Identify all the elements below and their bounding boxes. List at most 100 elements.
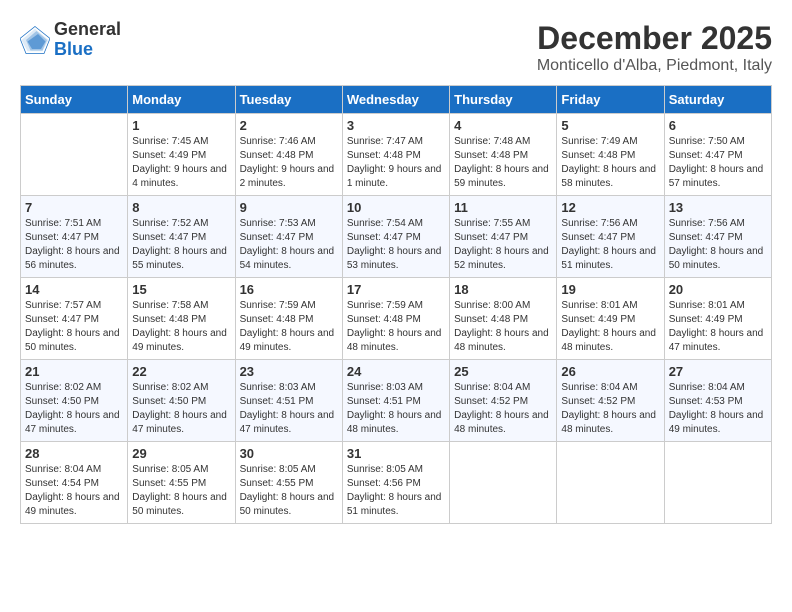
calendar-cell: 7 Sunrise: 7:51 AMSunset: 4:47 PMDayligh… (21, 196, 128, 278)
day-number: 27 (669, 364, 767, 379)
day-number: 11 (454, 200, 552, 215)
header-wednesday: Wednesday (342, 86, 449, 114)
day-number: 2 (240, 118, 338, 133)
calendar-cell: 24 Sunrise: 8:03 AMSunset: 4:51 PMDaylig… (342, 360, 449, 442)
calendar-cell: 29 Sunrise: 8:05 AMSunset: 4:55 PMDaylig… (128, 442, 235, 524)
day-info: Sunrise: 8:03 AMSunset: 4:51 PMDaylight:… (347, 381, 445, 437)
day-number: 1 (132, 118, 230, 133)
calendar-cell: 21 Sunrise: 8:02 AMSunset: 4:50 PMDaylig… (21, 360, 128, 442)
day-number: 6 (669, 118, 767, 133)
logo-general: General (54, 20, 121, 40)
day-info: Sunrise: 7:49 AMSunset: 4:48 PMDaylight:… (561, 135, 659, 191)
day-number: 4 (454, 118, 552, 133)
calendar-cell: 11 Sunrise: 7:55 AMSunset: 4:47 PMDaylig… (450, 196, 557, 278)
day-number: 5 (561, 118, 659, 133)
calendar-cell: 10 Sunrise: 7:54 AMSunset: 4:47 PMDaylig… (342, 196, 449, 278)
calendar-cell: 8 Sunrise: 7:52 AMSunset: 4:47 PMDayligh… (128, 196, 235, 278)
day-number: 16 (240, 282, 338, 297)
day-number: 20 (669, 282, 767, 297)
calendar-cell: 4 Sunrise: 7:48 AMSunset: 4:48 PMDayligh… (450, 114, 557, 196)
calendar-cell: 22 Sunrise: 8:02 AMSunset: 4:50 PMDaylig… (128, 360, 235, 442)
calendar-cell (664, 442, 771, 524)
calendar-cell: 18 Sunrise: 8:00 AMSunset: 4:48 PMDaylig… (450, 278, 557, 360)
day-info: Sunrise: 7:54 AMSunset: 4:47 PMDaylight:… (347, 217, 445, 273)
calendar-cell: 19 Sunrise: 8:01 AMSunset: 4:49 PMDaylig… (557, 278, 664, 360)
header-thursday: Thursday (450, 86, 557, 114)
page-header: General Blue December 2025 Monticello d'… (20, 20, 772, 75)
calendar-cell: 16 Sunrise: 7:59 AMSunset: 4:48 PMDaylig… (235, 278, 342, 360)
location-title: Monticello d'Alba, Piedmont, Italy (537, 57, 772, 75)
day-info: Sunrise: 8:05 AMSunset: 4:55 PMDaylight:… (240, 463, 338, 519)
calendar-cell: 31 Sunrise: 8:05 AMSunset: 4:56 PMDaylig… (342, 442, 449, 524)
calendar-cell (21, 114, 128, 196)
day-info: Sunrise: 8:04 AMSunset: 4:52 PMDaylight:… (454, 381, 552, 437)
calendar-cell (557, 442, 664, 524)
day-number: 18 (454, 282, 552, 297)
calendar-cell: 2 Sunrise: 7:46 AMSunset: 4:48 PMDayligh… (235, 114, 342, 196)
day-info: Sunrise: 7:57 AMSunset: 4:47 PMDaylight:… (25, 299, 123, 355)
day-number: 28 (25, 446, 123, 461)
calendar-week-5: 28 Sunrise: 8:04 AMSunset: 4:54 PMDaylig… (21, 442, 772, 524)
day-number: 23 (240, 364, 338, 379)
day-info: Sunrise: 7:48 AMSunset: 4:48 PMDaylight:… (454, 135, 552, 191)
day-info: Sunrise: 8:01 AMSunset: 4:49 PMDaylight:… (561, 299, 659, 355)
header-tuesday: Tuesday (235, 86, 342, 114)
day-number: 29 (132, 446, 230, 461)
calendar-week-2: 7 Sunrise: 7:51 AMSunset: 4:47 PMDayligh… (21, 196, 772, 278)
day-info: Sunrise: 7:51 AMSunset: 4:47 PMDaylight:… (25, 217, 123, 273)
day-info: Sunrise: 8:02 AMSunset: 4:50 PMDaylight:… (25, 381, 123, 437)
day-number: 3 (347, 118, 445, 133)
calendar-week-4: 21 Sunrise: 8:02 AMSunset: 4:50 PMDaylig… (21, 360, 772, 442)
day-number: 7 (25, 200, 123, 215)
day-number: 30 (240, 446, 338, 461)
calendar-header-row: SundayMondayTuesdayWednesdayThursdayFrid… (21, 86, 772, 114)
calendar-cell: 3 Sunrise: 7:47 AMSunset: 4:48 PMDayligh… (342, 114, 449, 196)
calendar-cell: 5 Sunrise: 7:49 AMSunset: 4:48 PMDayligh… (557, 114, 664, 196)
day-info: Sunrise: 8:05 AMSunset: 4:55 PMDaylight:… (132, 463, 230, 519)
calendar-cell: 30 Sunrise: 8:05 AMSunset: 4:55 PMDaylig… (235, 442, 342, 524)
day-info: Sunrise: 7:52 AMSunset: 4:47 PMDaylight:… (132, 217, 230, 273)
day-number: 19 (561, 282, 659, 297)
day-info: Sunrise: 8:02 AMSunset: 4:50 PMDaylight:… (132, 381, 230, 437)
day-number: 14 (25, 282, 123, 297)
day-number: 22 (132, 364, 230, 379)
header-sunday: Sunday (21, 86, 128, 114)
day-info: Sunrise: 7:47 AMSunset: 4:48 PMDaylight:… (347, 135, 445, 191)
day-info: Sunrise: 7:50 AMSunset: 4:47 PMDaylight:… (669, 135, 767, 191)
day-info: Sunrise: 7:45 AMSunset: 4:49 PMDaylight:… (132, 135, 230, 191)
calendar-cell: 27 Sunrise: 8:04 AMSunset: 4:53 PMDaylig… (664, 360, 771, 442)
day-number: 10 (347, 200, 445, 215)
day-number: 25 (454, 364, 552, 379)
calendar-cell: 9 Sunrise: 7:53 AMSunset: 4:47 PMDayligh… (235, 196, 342, 278)
day-number: 21 (25, 364, 123, 379)
calendar-cell: 12 Sunrise: 7:56 AMSunset: 4:47 PMDaylig… (557, 196, 664, 278)
calendar-cell: 1 Sunrise: 7:45 AMSunset: 4:49 PMDayligh… (128, 114, 235, 196)
day-number: 17 (347, 282, 445, 297)
header-monday: Monday (128, 86, 235, 114)
calendar-cell: 20 Sunrise: 8:01 AMSunset: 4:49 PMDaylig… (664, 278, 771, 360)
calendar-cell: 6 Sunrise: 7:50 AMSunset: 4:47 PMDayligh… (664, 114, 771, 196)
calendar-table: SundayMondayTuesdayWednesdayThursdayFrid… (20, 85, 772, 524)
calendar-cell: 26 Sunrise: 8:04 AMSunset: 4:52 PMDaylig… (557, 360, 664, 442)
calendar-cell: 13 Sunrise: 7:56 AMSunset: 4:47 PMDaylig… (664, 196, 771, 278)
header-friday: Friday (557, 86, 664, 114)
calendar-cell: 17 Sunrise: 7:59 AMSunset: 4:48 PMDaylig… (342, 278, 449, 360)
day-number: 12 (561, 200, 659, 215)
logo: General Blue (20, 20, 121, 60)
day-info: Sunrise: 7:59 AMSunset: 4:48 PMDaylight:… (240, 299, 338, 355)
day-info: Sunrise: 8:01 AMSunset: 4:49 PMDaylight:… (669, 299, 767, 355)
day-info: Sunrise: 7:53 AMSunset: 4:47 PMDaylight:… (240, 217, 338, 273)
day-info: Sunrise: 7:46 AMSunset: 4:48 PMDaylight:… (240, 135, 338, 191)
day-number: 31 (347, 446, 445, 461)
day-info: Sunrise: 8:04 AMSunset: 4:52 PMDaylight:… (561, 381, 659, 437)
day-info: Sunrise: 7:55 AMSunset: 4:47 PMDaylight:… (454, 217, 552, 273)
day-info: Sunrise: 8:04 AMSunset: 4:54 PMDaylight:… (25, 463, 123, 519)
calendar-cell (450, 442, 557, 524)
calendar-cell: 15 Sunrise: 7:58 AMSunset: 4:48 PMDaylig… (128, 278, 235, 360)
calendar-cell: 25 Sunrise: 8:04 AMSunset: 4:52 PMDaylig… (450, 360, 557, 442)
calendar-week-3: 14 Sunrise: 7:57 AMSunset: 4:47 PMDaylig… (21, 278, 772, 360)
day-number: 24 (347, 364, 445, 379)
calendar-cell: 28 Sunrise: 8:04 AMSunset: 4:54 PMDaylig… (21, 442, 128, 524)
day-info: Sunrise: 8:04 AMSunset: 4:53 PMDaylight:… (669, 381, 767, 437)
day-info: Sunrise: 7:56 AMSunset: 4:47 PMDaylight:… (561, 217, 659, 273)
